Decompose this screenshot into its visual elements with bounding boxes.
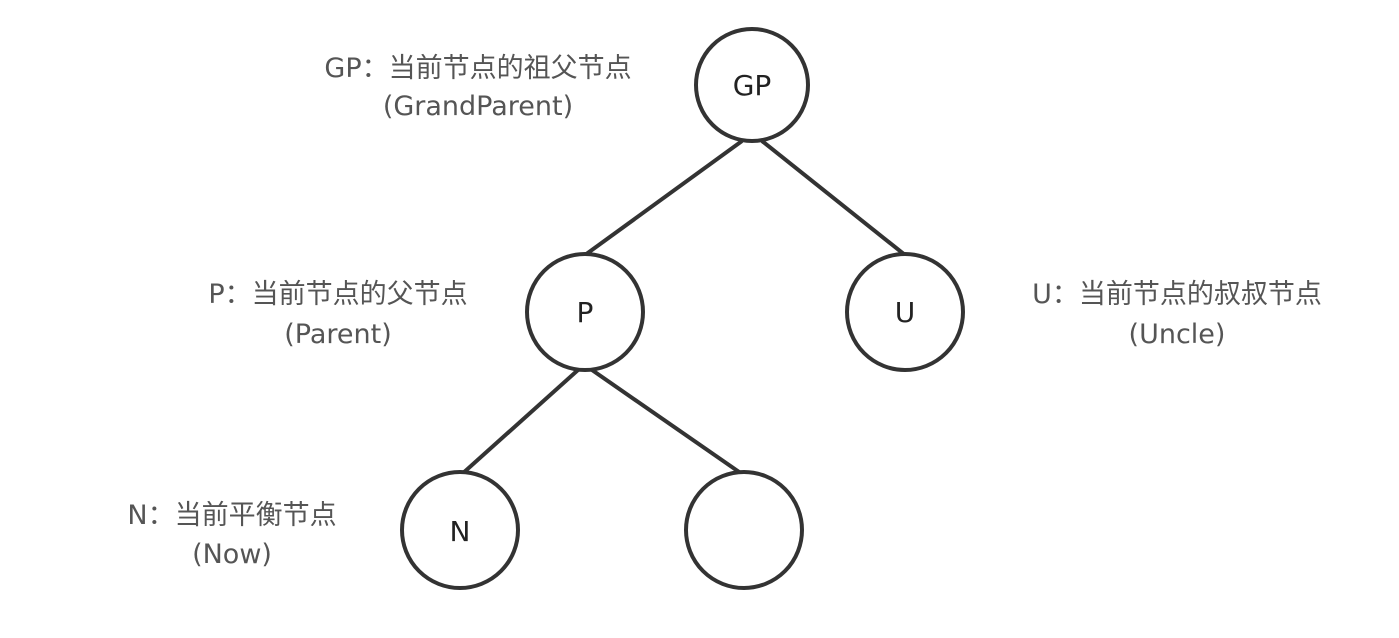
node-n: N [400, 470, 520, 590]
edge-gp-p [583, 139, 744, 257]
annotation-u: U：当前节点的叔叔节点 (Uncle) [1032, 279, 1322, 350]
node-gp-label: GP [733, 69, 772, 102]
annotation-gp-line1: GP：当前节点的祖父节点 [324, 53, 631, 84]
node-n-label: N [450, 515, 471, 548]
edge-p-sibling [590, 368, 744, 476]
node-p: P [525, 252, 645, 372]
node-u: U [845, 252, 965, 372]
annotation-u-line1: U：当前节点的叔叔节点 [1032, 279, 1322, 310]
edge-p-n [460, 368, 580, 476]
annotation-gp-line2: (GrandParent) [383, 91, 573, 122]
annotation-u-line2: (Uncle) [1129, 319, 1226, 350]
annotation-gp: GP：当前节点的祖父节点 (GrandParent) [324, 53, 631, 122]
node-sibling [684, 470, 804, 590]
annotation-p-line1: P：当前节点的父节点 [208, 279, 467, 310]
node-sibling-circle [684, 470, 804, 590]
node-p-label: P [577, 296, 594, 329]
edge-gp-u [760, 139, 907, 257]
annotation-p-line2: (Parent) [284, 319, 392, 350]
annotation-p: P：当前节点的父节点 (Parent) [208, 279, 467, 350]
tree-diagram: GP P U N GP：当前节点的祖父节点 (GrandParent) P：当前… [127, 27, 1322, 590]
node-u-label: U [895, 296, 916, 329]
node-gp: GP [694, 27, 810, 143]
annotation-n: N：当前平衡节点 (Now) [127, 500, 336, 570]
annotation-n-line1: N：当前平衡节点 [127, 500, 336, 531]
annotation-n-line2: (Now) [192, 539, 272, 570]
